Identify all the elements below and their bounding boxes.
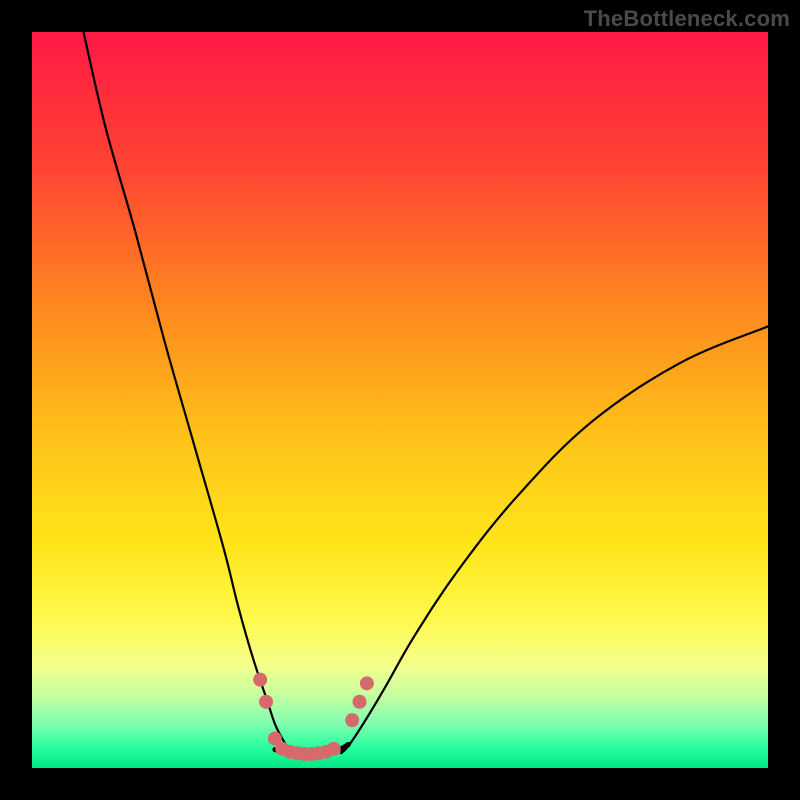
watermark-text: TheBottleneck.com xyxy=(584,6,790,32)
marker-point xyxy=(353,695,367,709)
plot-area xyxy=(32,32,768,768)
chart-frame: TheBottleneck.com xyxy=(0,0,800,800)
marker-point xyxy=(253,673,267,687)
marker-point xyxy=(345,713,359,727)
marker-point xyxy=(259,695,273,709)
chart-svg xyxy=(32,32,768,768)
gradient-background xyxy=(32,32,768,768)
marker-point xyxy=(327,742,341,756)
marker-point xyxy=(360,676,374,690)
